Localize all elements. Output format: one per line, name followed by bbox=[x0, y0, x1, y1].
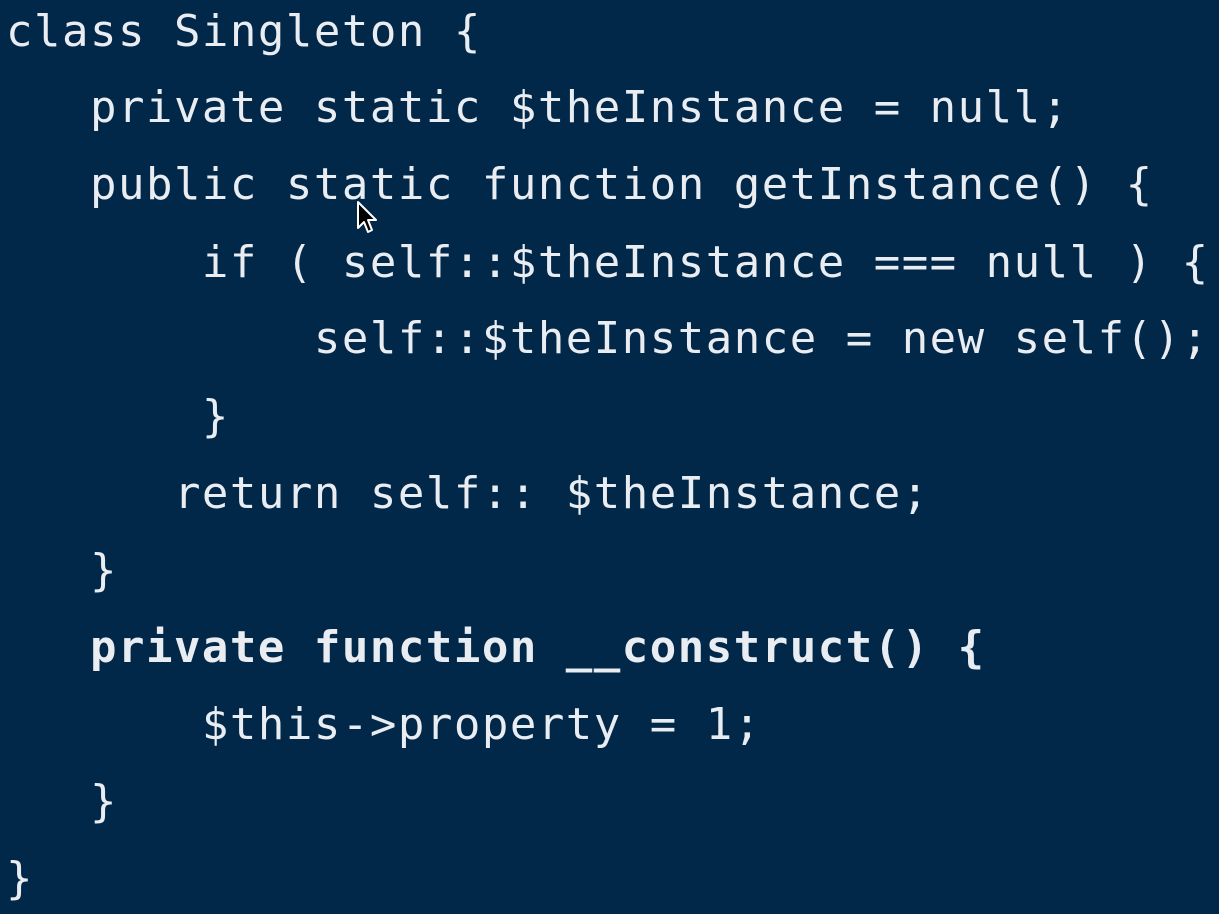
code-slide: class Singleton { private static $theIns… bbox=[0, 0, 1219, 914]
code-line-7: return self:: $theInstance; bbox=[6, 468, 930, 519]
code-line-5: self::$theInstance = new self(); bbox=[6, 313, 1210, 364]
code-line-1: class Singleton { bbox=[6, 6, 482, 57]
mouse-pointer-icon bbox=[357, 201, 377, 233]
code-line-8: } bbox=[6, 545, 118, 596]
code-line-9: private function __construct() { bbox=[6, 622, 986, 673]
code-line-10: $this->property = 1; bbox=[6, 699, 762, 750]
code-line-6: } bbox=[6, 391, 230, 442]
code-line-12: } bbox=[6, 853, 34, 904]
code-line-11: } bbox=[6, 776, 118, 827]
code-line-4: if ( self::$theInstance === null ) { bbox=[6, 237, 1210, 288]
code-line-2: private static $theInstance = null; bbox=[6, 82, 1070, 133]
code-line-3: public static function getInstance() { bbox=[6, 159, 1154, 210]
